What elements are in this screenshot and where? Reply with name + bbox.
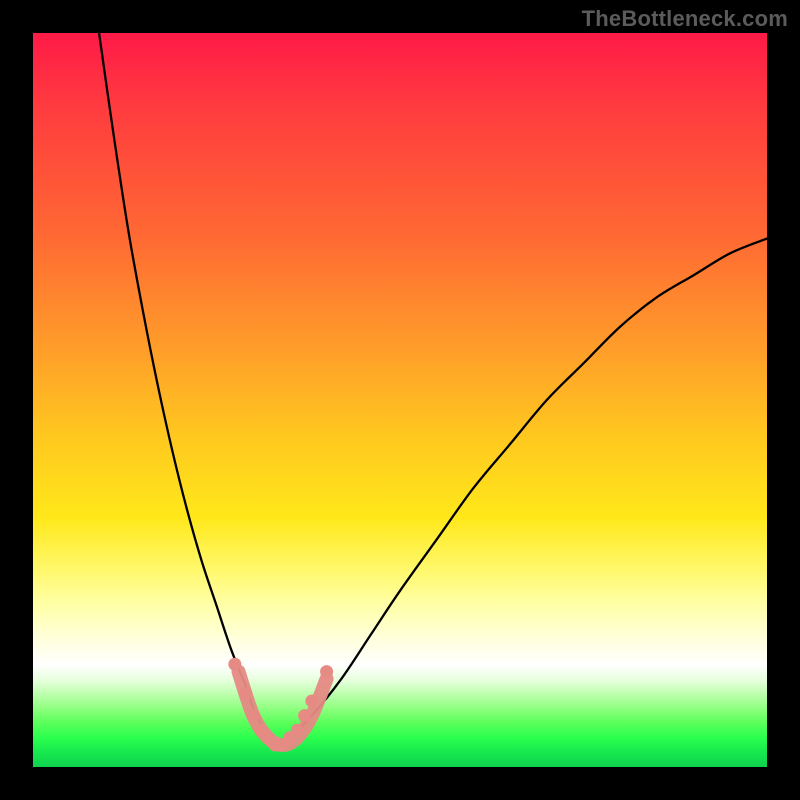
curve-layer	[33, 33, 767, 767]
chart-frame: TheBottleneck.com	[0, 0, 800, 800]
trough-dot	[228, 658, 241, 671]
trough-dot	[305, 694, 318, 707]
watermark-text: TheBottleneck.com	[582, 6, 788, 32]
curve-left-branch	[99, 33, 275, 745]
trough-dot	[291, 724, 304, 737]
trough-dot	[298, 709, 311, 722]
trough-dot	[320, 665, 333, 678]
trough-dot	[247, 709, 260, 722]
trough-highlight-stroke	[239, 672, 327, 745]
trough-dot	[239, 687, 252, 700]
plot-area	[33, 33, 767, 767]
curve-right-branch	[275, 239, 767, 745]
